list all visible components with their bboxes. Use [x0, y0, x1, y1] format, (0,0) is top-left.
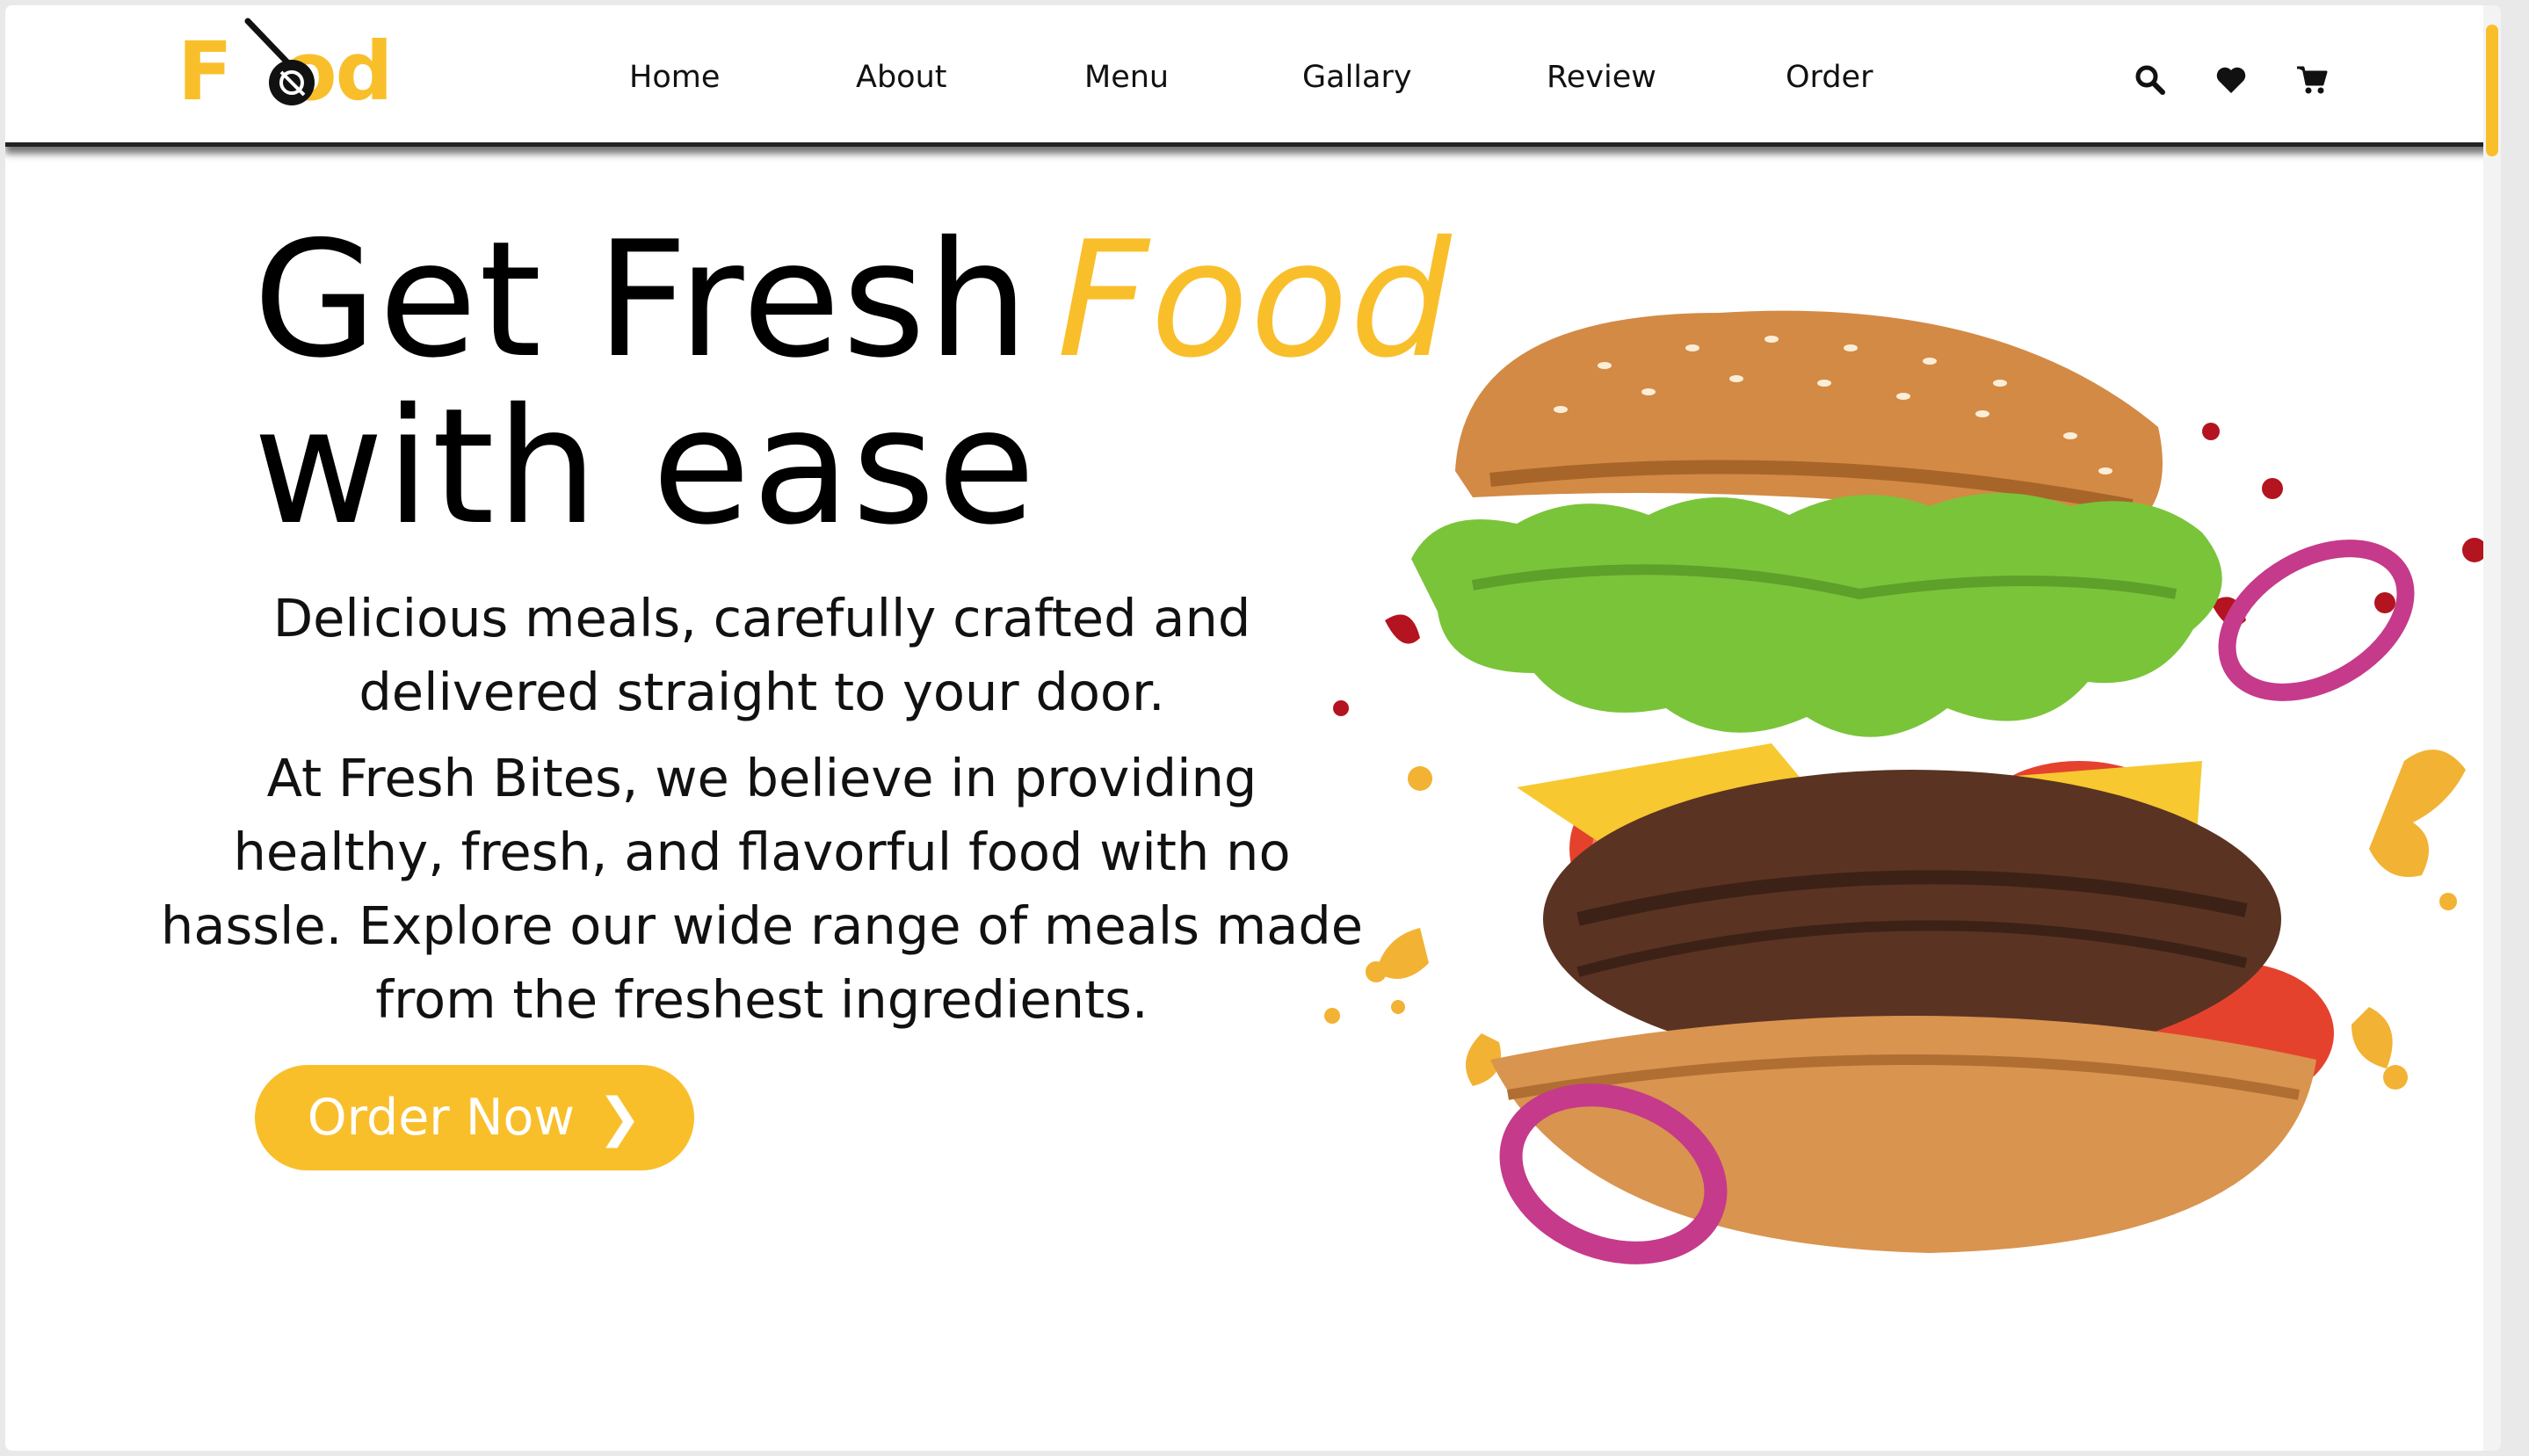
chevron-right-icon: ❯ [597, 1087, 642, 1148]
nav-home[interactable]: Home [629, 60, 720, 95]
hero-title-line1: Get Fresh [253, 206, 1031, 393]
logo[interactable]: Food [178, 18, 393, 123]
hero-description: Delicious meals, carefully crafted and d… [160, 582, 1364, 1037]
nav-about[interactable]: About [856, 60, 946, 95]
burger-image [1324, 310, 2483, 1264]
vertical-scrollbar[interactable] [2483, 5, 2501, 1451]
hero-desc-2: At Fresh Bites, we believe in providing … [160, 748, 1364, 1030]
nav-gallary[interactable]: Gallary [1302, 60, 1412, 95]
scrollbar-thumb[interactable] [2486, 25, 2498, 156]
nav-order[interactable]: Order [1786, 60, 1873, 95]
cart-icon[interactable] [2295, 63, 2329, 97]
heart-icon[interactable] [2214, 63, 2248, 97]
order-now-label: Order Now [307, 1089, 575, 1147]
search-icon[interactable] [2134, 63, 2167, 97]
navbar: Food Home About Menu Gallary Review Orde… [5, 5, 2501, 147]
hero-desc-1: Delicious meals, carefully crafted and d… [272, 588, 1251, 722]
pan-icon [244, 18, 315, 105]
order-now-button[interactable]: Order Now ❯ [255, 1065, 694, 1170]
nav-review[interactable]: Review [1547, 60, 1656, 95]
nav-menu[interactable]: Menu [1084, 60, 1169, 95]
hero-title: Get Fresh Food with ease [253, 216, 1453, 550]
browser-viewport: Food Home About Menu Gallary Review Orde… [5, 5, 2501, 1451]
hero-title-line2: with ease [253, 373, 1038, 560]
